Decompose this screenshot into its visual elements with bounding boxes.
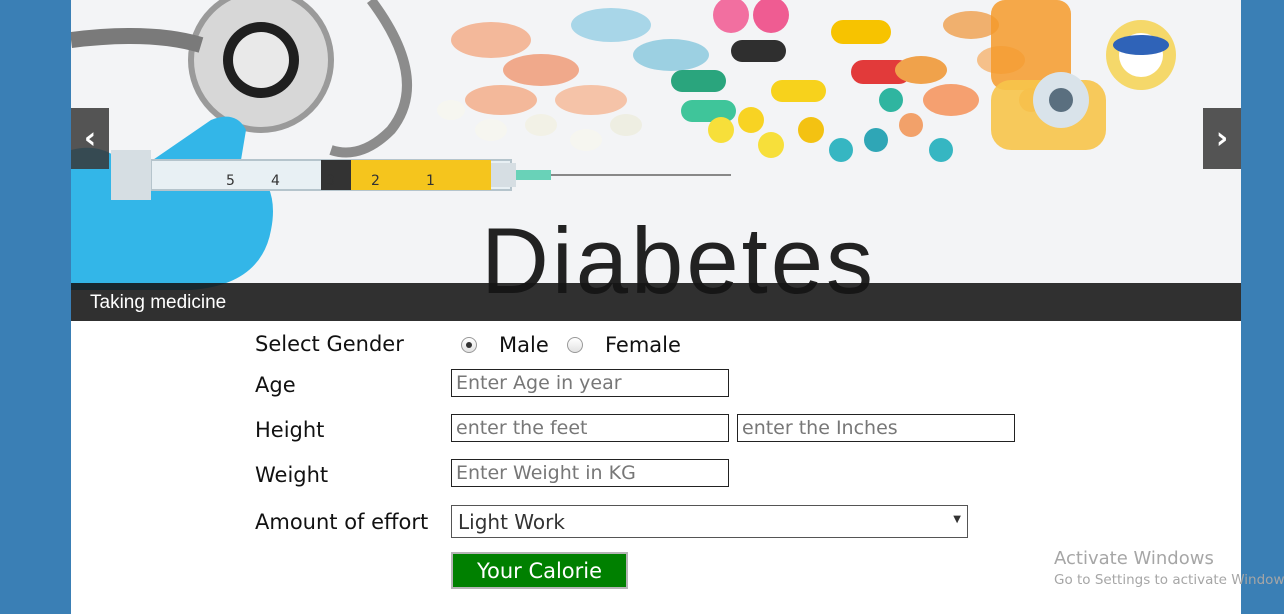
image-carousel: 54 321 Diabetes Taking medicine ‹ ›: [71, 0, 1241, 321]
svg-text:1: 1: [426, 173, 435, 189]
gender-label: Select Gender: [255, 332, 404, 356]
carousel-next-button[interactable]: ›: [1203, 108, 1241, 169]
svg-text:2: 2: [371, 173, 380, 189]
dropdown-arrow-icon: ▼: [953, 514, 961, 525]
weight-input[interactable]: [451, 459, 729, 487]
female-radio-label: Female: [605, 333, 681, 357]
gender-option-female[interactable]: Female: [567, 333, 681, 357]
age-label: Age: [255, 373, 296, 397]
male-radio-label: Male: [499, 333, 549, 357]
age-input[interactable]: [451, 369, 729, 397]
female-radio[interactable]: [567, 337, 583, 353]
male-radio[interactable]: [461, 337, 477, 353]
svg-text:4: 4: [271, 173, 280, 189]
effort-label: Amount of effort: [255, 510, 429, 534]
weight-label: Weight: [255, 463, 329, 487]
carousel-prev-button[interactable]: ‹: [71, 108, 109, 169]
gender-option-male[interactable]: Male: [461, 333, 549, 357]
windows-activation-watermark: Activate Windows Go to Settings to activ…: [1054, 548, 1284, 588]
height-feet-input[interactable]: [451, 414, 729, 442]
watermark-title: Activate Windows: [1054, 548, 1214, 569]
carousel-caption-bar: Taking medicine: [71, 283, 1241, 321]
chevron-left-icon: ‹: [83, 121, 97, 156]
effort-selected-value: Light Work: [458, 510, 565, 534]
svg-text:3: 3: [326, 173, 335, 189]
effort-select[interactable]: Light Work ▼: [451, 505, 968, 538]
watermark-subtitle: Go to Settings to activate Windows.: [1054, 572, 1284, 588]
your-calorie-button[interactable]: Your Calorie: [451, 552, 628, 589]
height-label: Height: [255, 418, 325, 442]
carousel-caption: Taking medicine: [90, 292, 227, 313]
height-inches-input[interactable]: [737, 414, 1015, 442]
svg-text:5: 5: [226, 173, 235, 189]
chevron-right-icon: ›: [1215, 121, 1229, 156]
radio-selected-dot: [466, 342, 472, 348]
page-container: 54 321 Diabetes Taking medicine ‹ › Sele…: [71, 0, 1241, 614]
